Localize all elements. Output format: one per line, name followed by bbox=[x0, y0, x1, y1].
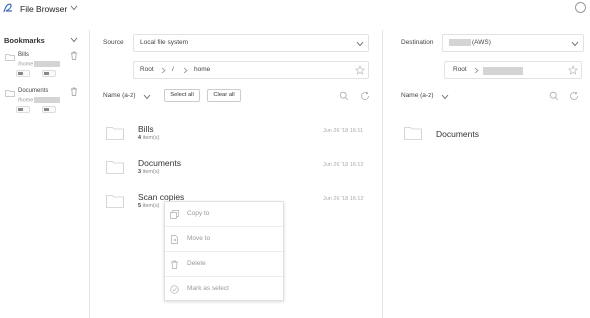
destination-select[interactable]: (AWS) bbox=[442, 34, 584, 52]
redacted-block bbox=[483, 67, 523, 75]
breadcrumb-slash[interactable]: / bbox=[172, 66, 174, 73]
folder-icon bbox=[5, 90, 15, 97]
bookmark-toggle[interactable] bbox=[42, 70, 56, 77]
chevron-down-icon bbox=[356, 41, 364, 47]
chevron-down-icon[interactable] bbox=[70, 37, 78, 43]
move-icon bbox=[171, 235, 178, 244]
item-date: Jun 26 '18 16:11 bbox=[323, 128, 364, 134]
item-name: Bills bbox=[138, 124, 154, 134]
profile-circle-icon[interactable] bbox=[575, 2, 586, 13]
bookmark-item-bills[interactable]: Bills /home bbox=[4, 50, 84, 86]
source-breadcrumb: Root / home bbox=[133, 61, 369, 79]
copy-icon bbox=[170, 210, 179, 219]
chevron-right-icon bbox=[183, 67, 188, 74]
select-all-button[interactable]: Select all bbox=[164, 89, 200, 102]
check-circle-icon bbox=[170, 285, 179, 294]
clear-all-button[interactable]: Clear all bbox=[207, 89, 241, 102]
search-icon[interactable] bbox=[549, 91, 559, 101]
destination-breadcrumb: Root bbox=[444, 61, 582, 79]
source-select[interactable]: Local file system bbox=[133, 34, 369, 52]
item-date: Jun 26 '18 16:12 bbox=[323, 162, 364, 168]
star-icon[interactable] bbox=[355, 65, 365, 75]
star-icon[interactable] bbox=[568, 65, 578, 75]
source-selected-value: Local file system bbox=[140, 39, 189, 46]
bookmark-name: Documents bbox=[18, 88, 49, 94]
bookmark-toggle[interactable] bbox=[16, 70, 30, 77]
chevron-right-icon bbox=[161, 67, 166, 74]
chevron-down-icon[interactable] bbox=[70, 5, 78, 11]
list-item[interactable]: Documents 3 item(s) Jun 26 '18 16:12 bbox=[91, 154, 383, 188]
redacted-block bbox=[34, 97, 61, 103]
folder-icon bbox=[5, 54, 15, 61]
bookmark-path: /home bbox=[18, 97, 61, 103]
bookmark-name: Bills bbox=[18, 52, 30, 58]
trash-icon bbox=[171, 260, 178, 269]
folder-icon bbox=[106, 161, 124, 174]
bookmark-toggle[interactable] bbox=[16, 106, 30, 113]
list-item[interactable]: Bills 4 item(s) Jun 26 '18 16:11 bbox=[91, 120, 383, 154]
search-icon[interactable] bbox=[339, 91, 349, 101]
menu-item-copy-to[interactable]: Copy to bbox=[165, 202, 283, 227]
folder-icon bbox=[404, 127, 422, 140]
redacted-block bbox=[449, 39, 471, 46]
bookmarks-sidebar: Bookmarks Bills /home Documents /home bbox=[0, 30, 90, 318]
bookmark-toggle[interactable] bbox=[42, 106, 56, 113]
destination-panel: Destination (AWS) Root Name (a-z) Docume… bbox=[384, 30, 590, 318]
source-label: Source bbox=[103, 39, 124, 46]
app-logo-icon bbox=[3, 3, 12, 13]
menu-item-label: Copy to bbox=[187, 210, 210, 217]
breadcrumb-root[interactable]: Root bbox=[453, 66, 467, 73]
destination-label: Destination bbox=[401, 39, 434, 46]
menu-item-label: Delete bbox=[187, 260, 206, 267]
menu-item-mark-as-select[interactable]: Mark as select bbox=[165, 277, 283, 302]
sort-dropdown[interactable]: Name (a-z) bbox=[401, 92, 434, 99]
chevron-down-icon[interactable] bbox=[143, 94, 151, 100]
menu-item-label: Mark as select bbox=[187, 285, 229, 292]
item-date: Jun 26 '18 16:12 bbox=[323, 196, 364, 202]
destination-selected-value: (AWS) bbox=[449, 39, 491, 46]
item-count: 4 item(s) bbox=[138, 135, 160, 141]
sort-dropdown[interactable]: Name (a-z) bbox=[103, 92, 136, 99]
list-item[interactable]: Documents bbox=[384, 120, 590, 154]
breadcrumb-root[interactable]: Root bbox=[140, 66, 154, 73]
menu-item-move-to[interactable]: Move to bbox=[165, 227, 283, 252]
chevron-right-icon bbox=[474, 67, 479, 74]
redacted-block bbox=[34, 61, 61, 67]
chevron-down-icon bbox=[571, 41, 579, 47]
folder-icon bbox=[106, 127, 124, 140]
refresh-icon[interactable] bbox=[360, 91, 370, 101]
bookmark-path: /home bbox=[18, 61, 61, 67]
app-title: File Browser bbox=[20, 4, 68, 14]
item-count: 3 item(s) bbox=[138, 169, 160, 175]
breadcrumb-home[interactable]: home bbox=[194, 66, 210, 73]
item-name: Documents bbox=[436, 129, 479, 139]
trash-icon[interactable] bbox=[70, 51, 78, 60]
chevron-down-icon[interactable] bbox=[441, 94, 449, 100]
menu-item-label: Move to bbox=[187, 235, 211, 242]
bookmarks-title: Bookmarks bbox=[4, 36, 45, 45]
folder-icon bbox=[106, 195, 124, 208]
trash-icon[interactable] bbox=[70, 87, 78, 96]
menu-item-delete[interactable]: Delete bbox=[165, 252, 283, 277]
item-name: Documents bbox=[138, 158, 181, 168]
item-count: 5 item(s) bbox=[138, 203, 160, 209]
bookmark-item-documents[interactable]: Documents /home bbox=[4, 86, 84, 122]
top-bar: File Browser bbox=[0, 0, 590, 18]
context-menu: Copy to Move to Delete Mark as select bbox=[164, 201, 284, 301]
refresh-icon[interactable] bbox=[569, 91, 579, 101]
